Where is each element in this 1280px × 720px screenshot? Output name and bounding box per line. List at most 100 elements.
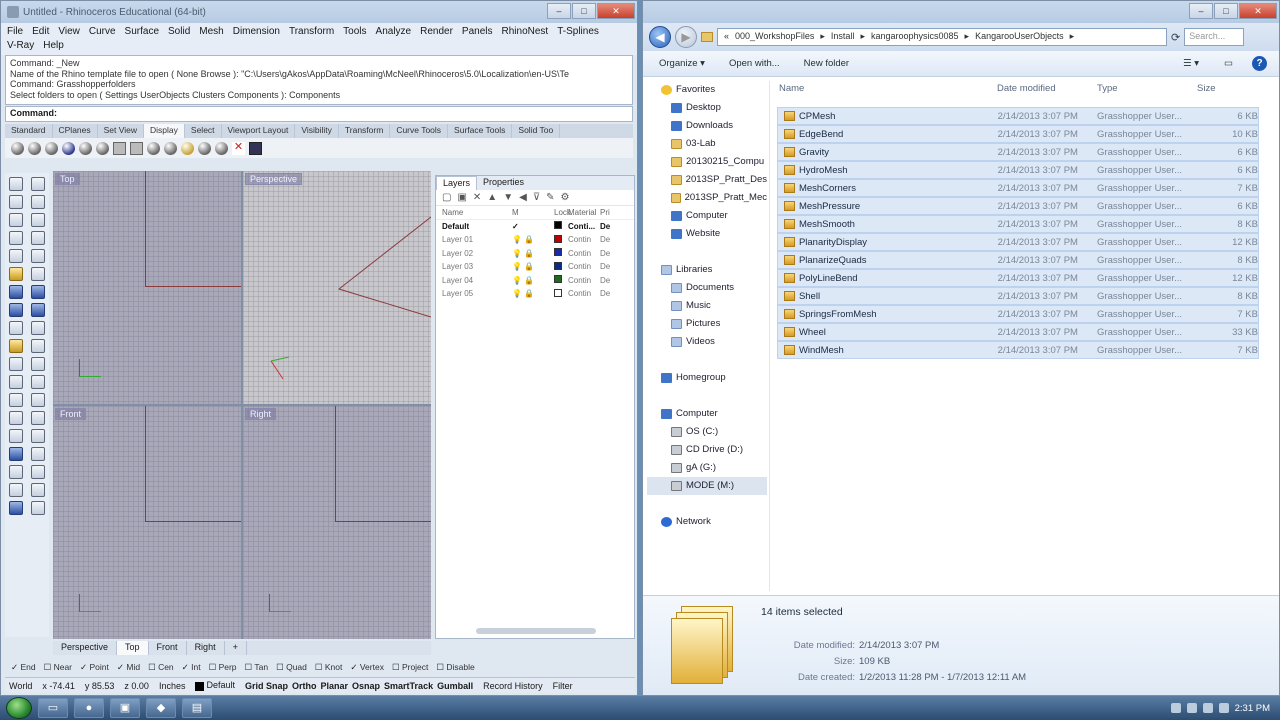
- column-name[interactable]: Name: [779, 83, 997, 101]
- breadcrumb-separator-icon[interactable]: ▸: [820, 31, 825, 43]
- rhino-titlebar[interactable]: Untitled - Rhinoceros Educational (64-bi…: [1, 1, 637, 23]
- layer-material[interactable]: Contin: [568, 249, 600, 258]
- viewport-tab-perspective[interactable]: Perspective: [53, 641, 118, 655]
- explorer-maximize-button[interactable]: □: [1214, 3, 1238, 19]
- layers-column-name[interactable]: Name: [442, 208, 512, 217]
- record-history-toggle[interactable]: Record History: [483, 681, 543, 691]
- layer-visibility[interactable]: 💡 🔒: [512, 262, 554, 271]
- osnap-disable[interactable]: Disable: [436, 662, 474, 673]
- file-row[interactable]: CPMesh 2/14/2013 3:07 PM Grasshopper User.…: [777, 107, 1259, 125]
- menu-t-splines[interactable]: T-Splines: [557, 25, 599, 39]
- menu-surface[interactable]: Surface: [125, 25, 159, 39]
- file-row[interactable]: Shell 2/14/2013 3:07 PM Grasshopper User..…: [777, 287, 1259, 305]
- join-icon[interactable]: [9, 375, 23, 389]
- tab-display[interactable]: Display: [144, 124, 185, 138]
- breadcrumb-item[interactable]: Install: [831, 31, 855, 43]
- layer-color-cell[interactable]: [554, 221, 568, 231]
- monitor-icon[interactable]: [249, 141, 262, 155]
- layer-row[interactable]: Layer 02 💡 🔒 Contin De: [436, 247, 634, 261]
- tab-curve-tools[interactable]: Curve Tools: [390, 124, 449, 138]
- menu-file[interactable]: File: [7, 25, 23, 39]
- file-row[interactable]: PlanarityDisplay 2/14/2013 3:07 PM Grassho…: [777, 233, 1259, 251]
- new-layer-icon[interactable]: ▢: [442, 192, 451, 203]
- lights-icon[interactable]: [147, 141, 160, 155]
- refresh-icon[interactable]: ⟳: [1171, 31, 1180, 44]
- osnap-near[interactable]: Near: [44, 662, 72, 673]
- file-row[interactable]: WindMesh 2/14/2013 3:07 PM Grasshopper Use…: [777, 341, 1259, 359]
- menu-v-ray[interactable]: V-Ray: [7, 39, 34, 53]
- breadcrumb-item[interactable]: 000_WorkshopFiles: [735, 31, 814, 43]
- status-toggle-osnap[interactable]: Osnap: [352, 681, 380, 691]
- tab-properties[interactable]: Properties: [477, 176, 530, 190]
- layer-row[interactable]: Layer 01 💡 🔒 Contin De: [436, 233, 634, 247]
- forward-button[interactable]: ▶: [675, 26, 697, 48]
- layer-print[interactable]: De: [600, 276, 630, 285]
- split-icon[interactable]: [31, 357, 45, 371]
- menu-solid[interactable]: Solid: [168, 25, 190, 39]
- osnap-knot[interactable]: Knot: [315, 662, 343, 673]
- ellipse-icon[interactable]: [9, 249, 23, 263]
- viewport-front[interactable]: Front: [53, 406, 241, 639]
- viewport-label-right[interactable]: Right: [245, 408, 277, 420]
- select-icon[interactable]: [9, 177, 23, 191]
- nav-ga-g[interactable]: gA (G:): [647, 459, 767, 477]
- column-date-modified[interactable]: Date modified: [997, 83, 1097, 101]
- layer-print[interactable]: De: [600, 262, 630, 271]
- technical-display-icon[interactable]: [96, 141, 109, 155]
- grid-icon[interactable]: [9, 465, 23, 479]
- breadcrumb-separator-icon[interactable]: ▸: [860, 31, 865, 43]
- rotate-icon[interactable]: [9, 429, 23, 443]
- mesh-icon[interactable]: [31, 303, 45, 317]
- status-toggle-ortho[interactable]: Ortho: [292, 681, 317, 691]
- menu-mesh[interactable]: Mesh: [199, 25, 223, 39]
- layers-column-pri[interactable]: Pri: [600, 208, 630, 217]
- rectangle-icon[interactable]: [31, 231, 45, 245]
- minimize-button[interactable]: –: [547, 3, 571, 19]
- tab-transform[interactable]: Transform: [339, 124, 391, 138]
- nav-computer[interactable]: Computer: [647, 207, 767, 225]
- explorer-titlebar[interactable]: – □ ✕: [643, 1, 1279, 23]
- breadcrumb-item[interactable]: kangaroophysics0085: [871, 31, 959, 43]
- taskbar-explorer-icon[interactable]: ▭: [38, 698, 68, 718]
- layers-column-lock[interactable]: Lock: [554, 208, 571, 217]
- osnap-end[interactable]: End: [11, 662, 35, 673]
- menu-panels[interactable]: Panels: [462, 25, 493, 39]
- curve-icon[interactable]: [9, 231, 23, 245]
- wireframe-display-icon[interactable]: [11, 141, 24, 155]
- layer-visibility[interactable]: 💡 🔒: [512, 235, 554, 244]
- layer-material[interactable]: Contin: [568, 235, 600, 244]
- loft-icon[interactable]: [31, 267, 45, 281]
- sun-icon[interactable]: [164, 141, 177, 155]
- nav-downloads[interactable]: Downloads: [647, 117, 767, 135]
- viewport-tab-right[interactable]: Right: [187, 641, 225, 655]
- dimension-icon[interactable]: [31, 465, 45, 479]
- file-row[interactable]: Wheel 2/14/2013 3:07 PM Grasshopper User..…: [777, 323, 1259, 341]
- rendered-display-icon[interactable]: [45, 141, 58, 155]
- new-sublayer-icon[interactable]: ▣: [457, 192, 466, 203]
- close-display-icon[interactable]: ✕: [232, 141, 245, 155]
- osnap-tan[interactable]: Tan: [245, 662, 268, 673]
- viewport-tab-top[interactable]: Top: [117, 641, 149, 655]
- cap-icon[interactable]: [31, 321, 45, 335]
- layer-row[interactable]: Layer 05 💡 🔒 Contin De: [436, 287, 634, 301]
- move-out-icon[interactable]: ◀: [519, 192, 527, 203]
- explorer-close-button[interactable]: ✕: [1239, 3, 1277, 19]
- layer-visibility[interactable]: 💡 🔒: [512, 249, 554, 258]
- filter-toggle[interactable]: Filter: [553, 681, 573, 691]
- pen-display-icon[interactable]: [130, 141, 143, 155]
- osnap-project[interactable]: Project: [392, 662, 428, 673]
- layer-print[interactable]: De: [600, 222, 630, 231]
- layer-material[interactable]: Contin: [568, 289, 600, 298]
- move-icon[interactable]: [9, 411, 23, 425]
- nav-libraries[interactable]: Libraries: [647, 261, 767, 279]
- file-row[interactable]: EdgeBend 2/14/2013 3:07 PM Grasshopper Use…: [777, 125, 1259, 143]
- start-button[interactable]: [6, 697, 32, 719]
- freeform-icon[interactable]: [31, 249, 45, 263]
- menu-help[interactable]: Help: [43, 39, 64, 53]
- volume-icon[interactable]: [1218, 703, 1229, 713]
- breadcrumb-item[interactable]: KangarooUserObjects: [975, 31, 1064, 43]
- explorer-minimize-button[interactable]: –: [1189, 3, 1213, 19]
- add-viewport-tab[interactable]: +: [225, 641, 247, 655]
- layer-material[interactable]: Contin: [568, 276, 600, 285]
- sphere-icon[interactable]: [31, 285, 45, 299]
